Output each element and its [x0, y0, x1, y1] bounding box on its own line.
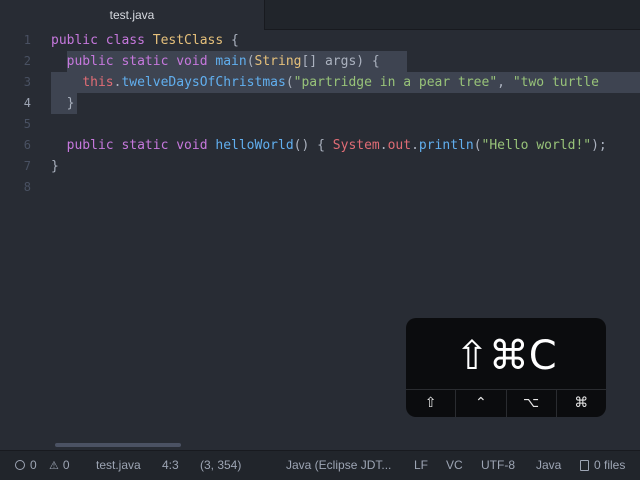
token-string: "two turtle: [512, 75, 599, 90]
modifier-row: ⇧ ⌃ ⌥ ⌘: [406, 389, 606, 417]
warning-count: 0: [62, 458, 70, 472]
line-number: 6: [23, 138, 31, 152]
code-line: 6 public static void helloWorld() { Syst…: [0, 135, 640, 156]
code-line: 2 public static void main(String[] args)…: [0, 51, 640, 72]
option-key-icon: ⌥: [505, 390, 556, 417]
code-text: public static void main(String[] args) {: [51, 51, 380, 72]
code-text: public static void helloWorld() { System…: [51, 135, 607, 156]
token-punct: [] args) {: [301, 54, 380, 69]
token-punct: }: [66, 96, 75, 111]
code-text: public class TestClass {: [51, 30, 239, 51]
token-function: helloWorld: [215, 138, 294, 153]
command-key-icon: ⌘: [555, 390, 606, 417]
status-selection: (3, 354): [200, 458, 242, 472]
token-class: TestClass: [152, 33, 224, 48]
code-line: 4 }: [0, 93, 640, 114]
line-number: 5: [23, 117, 31, 131]
shift-key-icon: ⇧: [424, 395, 437, 411]
code-line: 3 this.twelveDaysOfChristmas("partridge …: [0, 72, 640, 93]
status-files[interactable]: 0 files: [580, 451, 625, 480]
status-encoding[interactable]: UTF-8: [481, 451, 515, 480]
control-key-icon: ⌃: [455, 390, 505, 417]
horizontal-scrollbar[interactable]: [55, 443, 181, 447]
token-keyword: public static void: [66, 138, 216, 153]
status-errors[interactable]: 0: [15, 451, 37, 480]
token-punct: (: [246, 54, 255, 69]
code-text: this.twelveDaysOfChristmas("partridge in…: [51, 72, 599, 93]
token-function: println: [418, 138, 474, 153]
token-field: out: [387, 138, 412, 153]
status-line-ending[interactable]: LF: [414, 451, 428, 480]
token-function: twelveDaysOfChristmas: [121, 75, 286, 90]
code-line: 7 }: [0, 156, 640, 177]
token-punct: .: [379, 138, 388, 153]
token-punct: }: [51, 159, 59, 174]
line-number: 2: [23, 54, 31, 68]
token-string: "Hello world!": [481, 138, 592, 153]
keystroke-overlay: ⇧⌘C ⇧ ⌃ ⌥ ⌘: [406, 318, 606, 417]
status-file[interactable]: test.java: [96, 451, 141, 480]
token-punct: ,: [497, 75, 513, 90]
line-number: 3: [23, 75, 31, 89]
warning-icon: ⚠: [49, 460, 59, 472]
token-punct: (: [285, 75, 294, 90]
token-punct: () {: [293, 138, 333, 153]
code-text: }: [51, 93, 75, 114]
status-vcs[interactable]: VC: [446, 451, 463, 480]
status-warnings[interactable]: ⚠ 0: [49, 451, 70, 480]
token-punct: );: [591, 138, 607, 153]
code-line: 8: [0, 177, 640, 198]
token-this: this: [82, 75, 114, 90]
line-number: 7: [23, 159, 31, 173]
line-number: 8: [23, 180, 31, 194]
code-line: 1 public class TestClass {: [0, 30, 640, 51]
file-icon: [580, 460, 589, 471]
token-punct: .: [411, 138, 419, 153]
tab-bar: test.java: [0, 0, 640, 30]
token-class: System: [332, 138, 380, 153]
line-number: 1: [23, 33, 31, 47]
token-punct: {: [223, 33, 239, 48]
status-cursor[interactable]: 4:3: [162, 451, 179, 480]
tab-test-java[interactable]: test.java: [0, 0, 265, 30]
code-line: 5: [0, 114, 640, 135]
error-icon: [15, 460, 25, 470]
status-bar: 0 ⚠ 0 test.java 4:3 (3, 354) Java (Eclips…: [0, 450, 640, 480]
token-type: String: [254, 54, 302, 69]
token-string: "partridge in a pear tree": [293, 75, 498, 90]
files-count: 0 files: [594, 458, 626, 472]
key-combo: ⇧⌘C: [455, 333, 557, 379]
token-keyword: public class: [51, 33, 153, 48]
line-number: 4: [23, 96, 31, 110]
code-text: }: [51, 156, 59, 177]
status-grammar[interactable]: Java (Eclipse JDT...: [286, 451, 391, 480]
token-keyword: public static void: [66, 54, 216, 69]
status-language[interactable]: Java: [536, 451, 561, 480]
error-count: 0: [30, 458, 37, 472]
token-punct: (: [473, 138, 482, 153]
token-function: main: [215, 54, 247, 69]
tab-title: test.java: [109, 8, 155, 22]
